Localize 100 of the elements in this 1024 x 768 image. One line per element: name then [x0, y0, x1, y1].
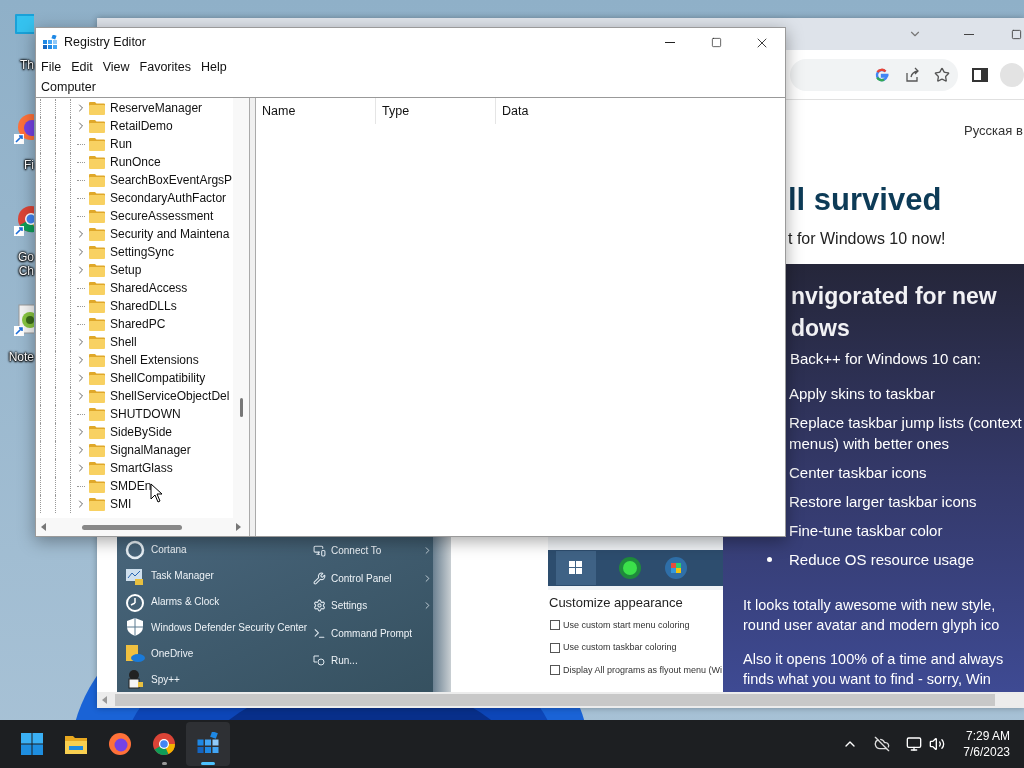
active-indicator [201, 762, 215, 765]
scroll-right-icon[interactable] [236, 523, 241, 531]
folder-icon [64, 733, 88, 755]
scrollbar-thumb[interactable] [115, 694, 995, 706]
window-title: Registry Editor [64, 34, 146, 52]
folder-icon [89, 263, 105, 277]
shield-icon [125, 617, 145, 638]
scroll-left-icon[interactable] [102, 696, 107, 704]
volume-icon[interactable] [929, 736, 946, 752]
page-heading: ll survived [788, 182, 942, 218]
tree-item[interactable]: RetailDemo [36, 117, 233, 135]
tree-item[interactable]: SignalManager [36, 441, 233, 459]
page-subtitle: t for Windows 10 now! [788, 229, 946, 249]
folder-icon [89, 479, 105, 493]
tree-item[interactable]: Shell Extensions [36, 351, 233, 369]
menu-item[interactable]: Edit [66, 58, 98, 77]
section-heading: dows [791, 314, 850, 343]
menu-item-label: Alarms & Clock [151, 595, 220, 610]
menu-item[interactable]: Help [196, 58, 232, 77]
share-icon[interactable] [904, 66, 920, 83]
address-bar[interactable]: Computer [36, 78, 785, 98]
tree-item[interactable]: SideBySide [36, 423, 233, 441]
scroll-left-icon[interactable] [41, 523, 46, 531]
option-label: Use custom taskbar coloring [563, 641, 677, 654]
clock[interactable]: 7:29 AM 7/6/2023 [963, 728, 1010, 760]
cubes-icon [42, 34, 58, 51]
folder-icon [89, 227, 105, 241]
side-panel-icon[interactable] [972, 66, 988, 83]
tree-item[interactable]: Shell [36, 333, 233, 351]
tree-item[interactable]: SharedAccess [36, 279, 233, 297]
folder-icon [89, 245, 105, 259]
orb-icon [664, 556, 688, 580]
desktop-icon-label: Fi [24, 158, 34, 172]
folder-icon [89, 119, 105, 133]
paragraph-text: It looks totally awesome with new style, [743, 596, 997, 615]
language-link[interactable]: Русская в [964, 121, 1023, 141]
folder-icon [89, 299, 105, 313]
paragraph-text: finds what you want to find - sorry, Win [743, 670, 992, 689]
tree-item[interactable]: SearchBoxEventArgsP [36, 171, 233, 189]
folder-icon [89, 407, 105, 421]
menu-item[interactable]: File [36, 58, 67, 77]
folder-icon [89, 443, 105, 457]
menu-item[interactable]: Favorites [134, 58, 196, 77]
start-icon [20, 732, 44, 756]
scrollbar-thumb[interactable] [239, 398, 243, 417]
tree-item[interactable]: ShellServiceObjectDel [36, 387, 233, 405]
menu-item[interactable]: View [97, 58, 135, 77]
running-indicator [162, 762, 167, 765]
tree-item[interactable]: Security and Maintena [36, 225, 233, 243]
cloud-off-icon[interactable] [874, 736, 891, 752]
menu-item-label: OneDrive [151, 646, 194, 661]
clock-icon [125, 591, 145, 612]
tree-item[interactable]: Run [36, 135, 233, 153]
tree-item[interactable]: SharedDLLs [36, 297, 233, 315]
tree-item[interactable]: SMI [36, 495, 233, 513]
folder-icon [89, 353, 105, 367]
feature-text: menus) with better ones [788, 434, 951, 454]
column-header[interactable]: Data [496, 98, 785, 124]
folder-icon [89, 101, 105, 115]
minimize-icon [665, 42, 675, 43]
column-header[interactable]: Type [376, 98, 496, 124]
tree-item[interactable]: Setup [36, 261, 233, 279]
menu-item-label: Windows Defender Security Center [151, 620, 308, 635]
folder-icon [89, 497, 105, 511]
checkbox[interactable] [550, 642, 560, 653]
tree-item[interactable]: SecondaryAuthFactor [36, 189, 233, 207]
folder-icon [89, 281, 105, 295]
column-header[interactable]: Name [256, 98, 376, 124]
run-icon [313, 654, 326, 668]
menu-item-label: Run... [331, 654, 359, 669]
minimize-icon [964, 33, 974, 35]
feature-text: Apply skins to taskbar [788, 384, 935, 404]
menu-item-label: Task Manager [151, 569, 214, 584]
folder-icon [89, 173, 105, 187]
network-icon[interactable] [906, 736, 923, 752]
settings-heading: Customize appearance [548, 595, 684, 611]
terminal-icon [313, 626, 326, 640]
tree-item[interactable]: ReserveManager [36, 99, 233, 117]
tree-item[interactable]: SharedPC [36, 315, 233, 333]
folder-icon [89, 137, 105, 151]
tree-item[interactable]: SecureAssessment [36, 207, 233, 225]
taskbar-app[interactable] [186, 722, 230, 766]
feature-text: Fine-tune taskbar color [788, 521, 943, 541]
tree-item[interactable]: RunOnce [36, 153, 233, 171]
cloud-folder-icon [125, 643, 145, 664]
tree-item[interactable]: ShellCompatibility [36, 369, 233, 387]
checkbox[interactable] [550, 665, 560, 676]
bullet [767, 557, 772, 562]
tree-item[interactable]: SHUTDOWN [36, 405, 233, 423]
star-icon[interactable] [934, 66, 950, 83]
tree-item[interactable]: SettingSync [36, 243, 233, 261]
tree-item[interactable]: SMDEn [36, 477, 233, 495]
tree-item[interactable]: SmartGlass [36, 459, 233, 477]
ring-icon [125, 539, 145, 560]
settings-icon [313, 599, 326, 613]
paragraph-text: Also it opens 100% of a time and always [743, 650, 1005, 669]
scrollbar-thumb[interactable] [82, 524, 182, 530]
menu-item-label: Spy++ [151, 672, 180, 687]
address-bar[interactable] [790, 58, 958, 91]
checkbox[interactable] [550, 620, 560, 631]
